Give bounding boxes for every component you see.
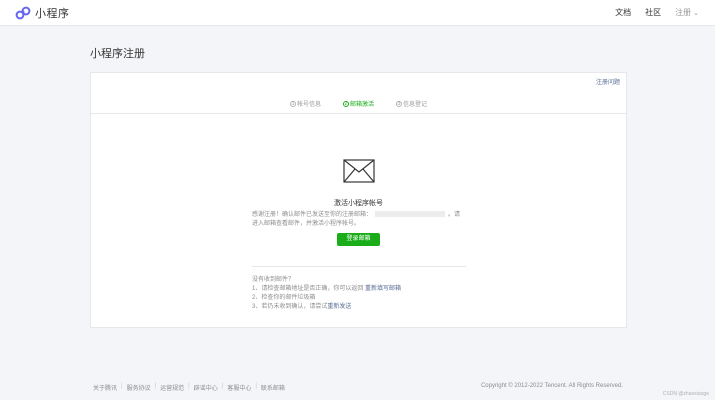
step-number: 3 bbox=[396, 100, 402, 107]
steps-divider bbox=[91, 113, 626, 114]
faq-item-text: 2、检查你的邮件垃圾箱 bbox=[252, 295, 316, 301]
page-title: 小程序注册 bbox=[90, 48, 145, 60]
brand-name: 小程序 bbox=[35, 8, 70, 20]
watermark: CSDN @zhaoxiaoge bbox=[662, 391, 709, 397]
step-label: 信息登记 bbox=[403, 102, 428, 108]
step-indicator: 1 帐号信息 2 邮箱激活 3 信息登记 bbox=[91, 99, 626, 108]
top-nav: 文档 社区 注册 ⌄ bbox=[601, 7, 699, 18]
footer-link-agreement[interactable]: 服务协议 bbox=[127, 383, 151, 392]
separator: | bbox=[255, 383, 257, 389]
separator: | bbox=[188, 383, 190, 389]
resend-link[interactable]: 重新发送 bbox=[327, 304, 351, 310]
login-email-button[interactable]: 登录邮箱 bbox=[337, 233, 380, 246]
masked-email bbox=[375, 211, 446, 218]
mini-program-logo-icon bbox=[15, 6, 31, 20]
step-email-activation: 2 邮箱激活 bbox=[342, 99, 374, 108]
nav-user-label: 注册 bbox=[675, 8, 692, 17]
footer-link-service[interactable]: 客服中心 bbox=[227, 383, 251, 392]
footer-link-contact[interactable]: 联系邮箱 bbox=[261, 383, 285, 392]
step-number: 1 bbox=[289, 100, 296, 107]
faq-divider bbox=[252, 266, 466, 267]
faq-item: 3、若仍未收到确认，请尝试重新发送 bbox=[252, 303, 401, 312]
activation-description: 感谢注册！确认邮件已发送至你的注册邮箱： 。请进入邮箱查看邮件，并激活小程序帐号。 bbox=[252, 211, 466, 229]
step-number: 2 bbox=[342, 100, 349, 107]
refill-email-link[interactable]: 重新填写邮箱 bbox=[365, 286, 401, 292]
nav-community[interactable]: 社区 bbox=[645, 7, 661, 18]
registration-card: 注册问题 1 帐号信息 2 邮箱激活 3 信息登记 激活小程序帐号 感谢注册！确… bbox=[90, 72, 627, 328]
envelope-icon bbox=[343, 159, 375, 188]
chevron-down-icon: ⌄ bbox=[693, 9, 699, 17]
logo[interactable]: 小程序 bbox=[15, 5, 70, 21]
top-header: 小程序 文档 社区 注册 ⌄ bbox=[0, 0, 715, 26]
step-account-info: 1 帐号信息 bbox=[289, 99, 321, 108]
faq-item-text: 3、若仍未收到确认，请尝试 bbox=[252, 304, 328, 310]
faq-title: 没有收到邮件？ bbox=[252, 277, 295, 283]
step-label: 帐号信息 bbox=[296, 102, 321, 108]
activation-title: 激活小程序帐号 bbox=[334, 200, 383, 207]
nav-docs[interactable]: 文档 bbox=[615, 7, 631, 18]
separator: | bbox=[154, 383, 157, 389]
copyright: Copyright © 2012-2022 Tencent. All Right… bbox=[480, 383, 623, 389]
faq-item: 2、检查你的邮件垃圾箱 bbox=[252, 294, 401, 303]
footer-link-about[interactable]: 关于腾讯 bbox=[93, 383, 117, 392]
activation-desc-text: 感谢注册！确认邮件已发送至你的注册邮箱： bbox=[252, 212, 373, 218]
footer-link-rules[interactable]: 运营规范 bbox=[160, 383, 184, 392]
help-link[interactable]: 注册问题 bbox=[596, 77, 620, 86]
nav-user-menu[interactable]: 注册 ⌄ bbox=[675, 7, 699, 18]
separator: | bbox=[121, 383, 123, 389]
footer-link-rumor[interactable]: 辟谣中心 bbox=[194, 383, 218, 392]
faq-item: 1、请检查邮箱地址是否正确，你可以返回 重新填写邮箱 bbox=[252, 285, 401, 294]
faq-item-text: 1、请检查邮箱地址是否正确，你可以返回 bbox=[252, 286, 366, 292]
faq-list: 1、请检查邮箱地址是否正确，你可以返回 重新填写邮箱 2、检查你的邮件垃圾箱 3… bbox=[252, 285, 401, 312]
step-label: 邮箱激活 bbox=[349, 102, 374, 108]
separator: | bbox=[221, 383, 224, 389]
footer-links: 关于腾讯 | 服务协议 | 运营规范 | 辟谣中心 | 客服中心 | 联系邮箱 bbox=[93, 383, 285, 392]
step-info-registration: 3 信息登记 bbox=[396, 99, 427, 108]
